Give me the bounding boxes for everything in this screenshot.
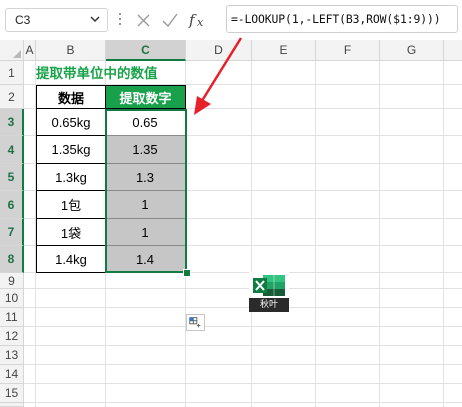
result-cell-c6[interactable]: 1 [105, 191, 186, 219]
chevron-down-icon[interactable] [88, 12, 102, 26]
gridline [315, 61, 316, 407]
column-header-d[interactable]: D [186, 40, 252, 61]
spreadsheet-grid[interactable]: A B C D E F G 1 2 3 4 5 6 7 8 9 10 11 12… [0, 40, 462, 407]
row-header-10[interactable]: 10 [0, 289, 24, 308]
data-cell-b5[interactable]: 1.3kg [36, 164, 106, 191]
row-header-15[interactable]: 15 [0, 384, 24, 403]
check-icon[interactable] [160, 9, 180, 31]
row-header-11[interactable]: 11 [0, 308, 24, 327]
excel-logo-icon [249, 272, 289, 298]
row-header-3[interactable]: 3 [0, 109, 24, 136]
row-header-1[interactable]: 1 [0, 61, 24, 85]
name-box-value: C3 [15, 13, 31, 27]
row-header-7[interactable]: 7 [0, 219, 24, 246]
select-all-button[interactable] [0, 40, 24, 61]
fx-icon[interactable]: f x [188, 9, 214, 31]
close-icon[interactable] [134, 9, 154, 31]
result-cell-c8[interactable]: 1.4 [105, 246, 186, 273]
result-cell-c3[interactable]: 0.65 [105, 109, 186, 136]
row-header-14[interactable]: 14 [0, 365, 24, 384]
row-header-4[interactable]: 4 [0, 136, 24, 164]
row-header-5[interactable]: 5 [0, 164, 24, 191]
header-cell-data[interactable]: 数据 [36, 85, 106, 109]
gridline [251, 61, 252, 407]
data-cell-b7[interactable]: 1袋 [36, 219, 106, 246]
formula-input[interactable]: =-LOOKUP(1,-LEFT(B3,ROW($1:9))) [226, 5, 458, 33]
fill-handle[interactable] [183, 269, 191, 277]
gridline [24, 345, 462, 346]
gridline [24, 402, 462, 403]
gridline [24, 307, 462, 308]
data-cell-b3[interactable]: 0.65kg [36, 109, 106, 136]
result-cell-c5[interactable]: 1.3 [105, 164, 186, 191]
row-header-8[interactable]: 8 [0, 246, 24, 273]
svg-text:f: f [188, 11, 197, 29]
header-cell-extract[interactable]: 提取数字 [105, 85, 186, 109]
svg-text:x: x [197, 16, 204, 29]
row-header-12[interactable]: 12 [0, 327, 24, 346]
column-header-b[interactable]: B [36, 40, 106, 61]
sheet-title: 提取带单位中的数值 [36, 66, 158, 82]
name-box[interactable]: C3 [5, 8, 108, 32]
column-header-f[interactable]: F [316, 40, 380, 61]
row-header-13[interactable]: 13 [0, 346, 24, 365]
gridline [24, 288, 462, 289]
column-header-a[interactable]: A [24, 40, 36, 61]
row-header-16[interactable] [0, 403, 24, 407]
logo-label: 秋叶 [249, 298, 289, 312]
column-header-c[interactable]: C [106, 40, 186, 61]
formula-bar: C3 f x =-LOOKUP(1,-LEFT(B3,ROW($1:9))) [0, 0, 462, 40]
column-header-e[interactable]: E [252, 40, 316, 61]
column-header-h[interactable] [444, 40, 462, 61]
gridline [24, 326, 462, 327]
data-cell-b8[interactable]: 1.4kg [36, 246, 106, 273]
gridline [443, 61, 444, 407]
gridline [379, 61, 380, 407]
formula-text: =-LOOKUP(1,-LEFT(B3,ROW($1:9))) [231, 12, 441, 26]
row-header-6[interactable]: 6 [0, 191, 24, 219]
result-cell-c4[interactable]: 1.35 [105, 136, 186, 164]
result-cell-c7[interactable]: 1 [105, 219, 186, 246]
column-header-g[interactable]: G [380, 40, 444, 61]
row-header-2[interactable]: 2 [0, 85, 24, 109]
quick-analysis-icon[interactable] [186, 314, 205, 331]
data-cell-b6[interactable]: 1包 [36, 191, 106, 219]
formula-bar-splitter[interactable] [118, 13, 122, 28]
data-cell-b4[interactable]: 1.35kg [36, 136, 106, 164]
gridline [24, 364, 462, 365]
gridline [24, 383, 462, 384]
row-header-9[interactable]: 9 [0, 273, 24, 289]
qiuye-logo: 秋叶 [249, 272, 289, 312]
